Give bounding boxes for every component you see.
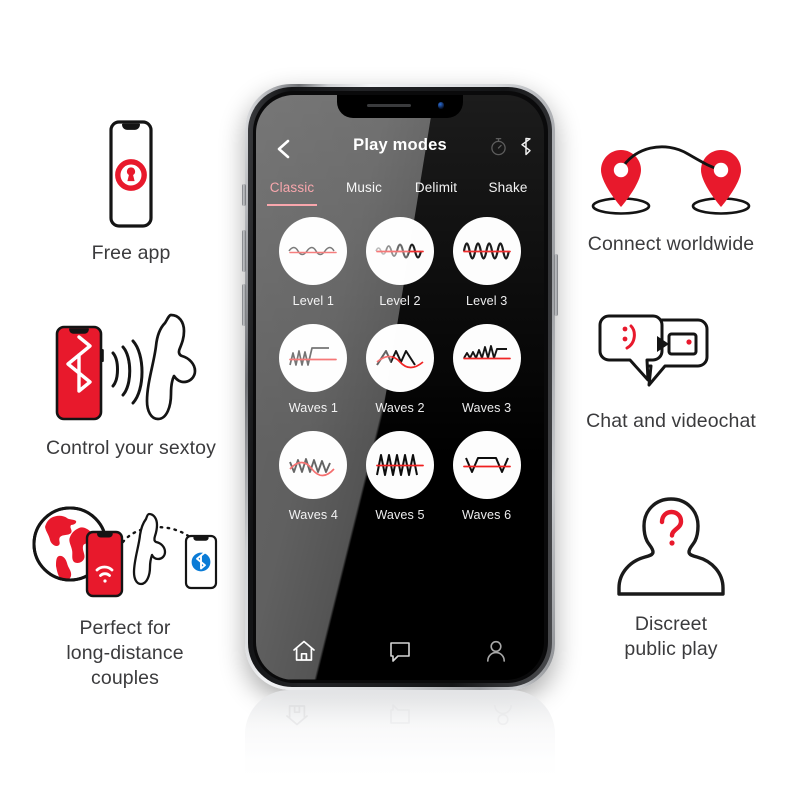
play-mode-level-2[interactable]: Level 2 [357,216,444,308]
wave-thumbnail [365,323,434,392]
bottom-navigation [256,636,544,666]
mode-label: Waves 6 [462,507,512,522]
timer-icon[interactable] [490,137,507,156]
wave-thumbnail [452,216,521,285]
feature-chat-videochat: Chat and videochat [556,314,786,434]
play-mode-waves-5[interactable]: Waves 5 [357,430,444,522]
feature-caption: Discreet public play [624,613,718,660]
two-map-pins-icon [587,143,755,219]
feature-caption: Perfect for long-distance couples [66,617,184,689]
nav-chat[interactable] [352,636,448,666]
play-mode-level-3[interactable]: Level 3 [443,216,530,308]
play-mode-level-1[interactable]: Level 1 [270,216,357,308]
play-mode-waves-6[interactable]: Waves 6 [443,430,530,522]
wave-thumbnail [279,216,348,285]
feature-caption: Chat and videochat [586,410,756,432]
play-mode-waves-4[interactable]: Waves 4 [270,430,357,522]
feature-discreet-public-play: Discreet public play [556,495,786,662]
smartphone-mockup: Play modes Classic Music Delimit Shake L… [240,84,560,704]
wave-thumbnail [365,216,434,285]
phone-screen: Play modes Classic Music Delimit Shake L… [256,94,544,680]
earpiece-speaker [367,104,411,108]
phone-with-lock-icon [93,120,169,228]
wave-thumbnail [279,430,348,499]
mode-label: Waves 5 [375,507,425,522]
mode-label: Level 2 [379,293,421,308]
mode-label: Waves 2 [375,400,425,415]
feature-free-app: Free app [16,120,246,266]
feature-caption: Control your sextoy [46,437,216,459]
mute-switch[interactable] [242,184,246,206]
front-camera [437,102,444,109]
feature-long-distance: Perfect for long-distance couples [10,498,240,691]
wave-thumbnail [452,430,521,499]
nav-profile[interactable] [448,636,544,666]
feature-connect-worldwide: Connect worldwide [556,143,786,257]
tab-delimit[interactable]: Delimit [400,180,472,206]
mode-label: Waves 3 [462,400,512,415]
feature-control-sextoy: Control your sextoy [16,305,246,461]
mode-label: Level 3 [466,293,508,308]
feature-caption: Free app [91,242,171,264]
tab-music[interactable]: Music [328,180,400,206]
power-button[interactable] [554,254,558,316]
app-ui: Play modes Classic Music Delimit Shake L… [256,95,544,680]
anonymous-person-icon [611,495,731,599]
globe-phone-toy-icon [23,498,228,603]
volume-down-button[interactable] [242,284,246,326]
speech-bubbles-video-icon [591,314,751,396]
play-mode-waves-2[interactable]: Waves 2 [357,323,444,415]
app-bar-icons [490,137,532,156]
mode-label: Waves 4 [288,507,338,522]
play-mode-waves-3[interactable]: Waves 3 [443,323,530,415]
mode-tabs: Classic Music Delimit Shake [256,180,544,206]
bluetooth-icon[interactable] [520,137,532,156]
wave-thumbnail [279,323,348,392]
phone-notch [337,94,463,118]
phone-bluetooth-toy-icon [41,305,221,423]
reflection-fade [240,688,560,798]
tab-shake[interactable]: Shake [472,180,544,206]
volume-up-button[interactable] [242,230,246,272]
mode-label: Waves 1 [288,400,338,415]
tab-classic[interactable]: Classic [256,180,328,206]
play-mode-grid: Level 1 Level 2 Level 3 Waves 1 Waves 2 … [270,216,530,522]
wave-thumbnail [365,430,434,499]
play-mode-waves-1[interactable]: Waves 1 [270,323,357,415]
mode-label: Level 1 [292,293,334,308]
nav-home[interactable] [256,636,352,666]
feature-caption: Connect worldwide [587,233,755,255]
wave-thumbnail [452,323,521,392]
infographic-page: Free app Control your sextoy Perfect for… [0,0,800,800]
app-bar: Play modes [256,136,544,163]
